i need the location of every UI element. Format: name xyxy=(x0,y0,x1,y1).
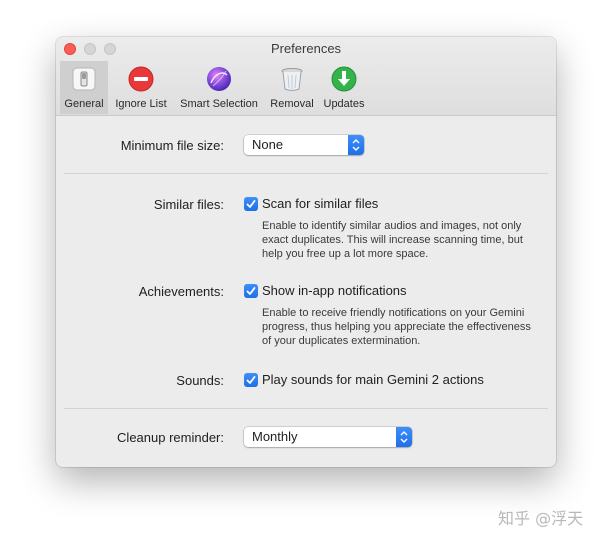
divider xyxy=(64,173,548,174)
achievements-checkbox-label[interactable]: Show in-app notifications xyxy=(262,283,407,298)
up-down-chevron-icon xyxy=(348,135,364,155)
divider xyxy=(64,408,548,409)
toolbar: Preferences General Ignore List Smart Se… xyxy=(56,37,556,116)
achievements-description: Enable to receive friendly notifications… xyxy=(262,307,531,347)
similar-files-checkbox-label[interactable]: Scan for similar files xyxy=(262,196,378,211)
tab-general[interactable]: General xyxy=(60,61,108,114)
cleanup-reminder-popup[interactable]: Monthly xyxy=(244,427,412,447)
checkmark-icon xyxy=(246,376,256,384)
achievements-checkbox[interactable] xyxy=(244,284,258,298)
tab-smart-selection[interactable]: Smart Selection xyxy=(176,61,262,114)
purple-orb-icon xyxy=(205,65,233,93)
checkmark-icon xyxy=(246,200,256,208)
sounds-label: Sounds: xyxy=(176,373,224,388)
tab-general-label: General xyxy=(64,98,104,110)
cleanup-reminder-label: Cleanup reminder: xyxy=(117,430,224,445)
watermark: 知乎 @浮天 xyxy=(498,509,584,528)
tab-removal[interactable]: Removal xyxy=(266,61,318,114)
tab-ignore-list-label: Ignore List xyxy=(115,98,167,110)
similar-files-label: Similar files: xyxy=(153,197,224,212)
tab-updates-label: Updates xyxy=(323,98,365,110)
min-file-size-value: None xyxy=(252,137,284,152)
general-pane: Minimum file size: None Similar files: S… xyxy=(56,116,556,467)
general-switch-icon xyxy=(70,65,98,93)
preferences-window: Preferences General Ignore List Smart Se… xyxy=(56,37,556,467)
window-title: Preferences xyxy=(270,41,342,56)
min-file-size-popup[interactable]: None xyxy=(244,135,364,155)
tab-updates[interactable]: Updates xyxy=(319,61,369,114)
no-entry-icon xyxy=(127,65,155,93)
tab-removal-label: Removal xyxy=(270,98,314,110)
achievements-label: Achievements: xyxy=(138,284,224,299)
cleanup-reminder-value: Monthly xyxy=(252,429,298,444)
sounds-checkbox[interactable] xyxy=(244,373,258,387)
similar-files-description: Enable to identify similar audios and im… xyxy=(262,220,523,260)
sounds-checkbox-label[interactable]: Play sounds for main Gemini 2 actions xyxy=(262,372,484,387)
similar-files-checkbox[interactable] xyxy=(244,197,258,211)
up-down-chevron-icon xyxy=(396,427,412,447)
tab-ignore-list[interactable]: Ignore List xyxy=(111,61,171,114)
tab-smart-selection-label: Smart Selection xyxy=(180,98,258,110)
min-file-size-label: Minimum file size: xyxy=(120,138,224,153)
download-arrow-icon xyxy=(330,65,358,93)
checkmark-icon xyxy=(246,287,256,295)
trash-can-icon xyxy=(278,65,306,93)
